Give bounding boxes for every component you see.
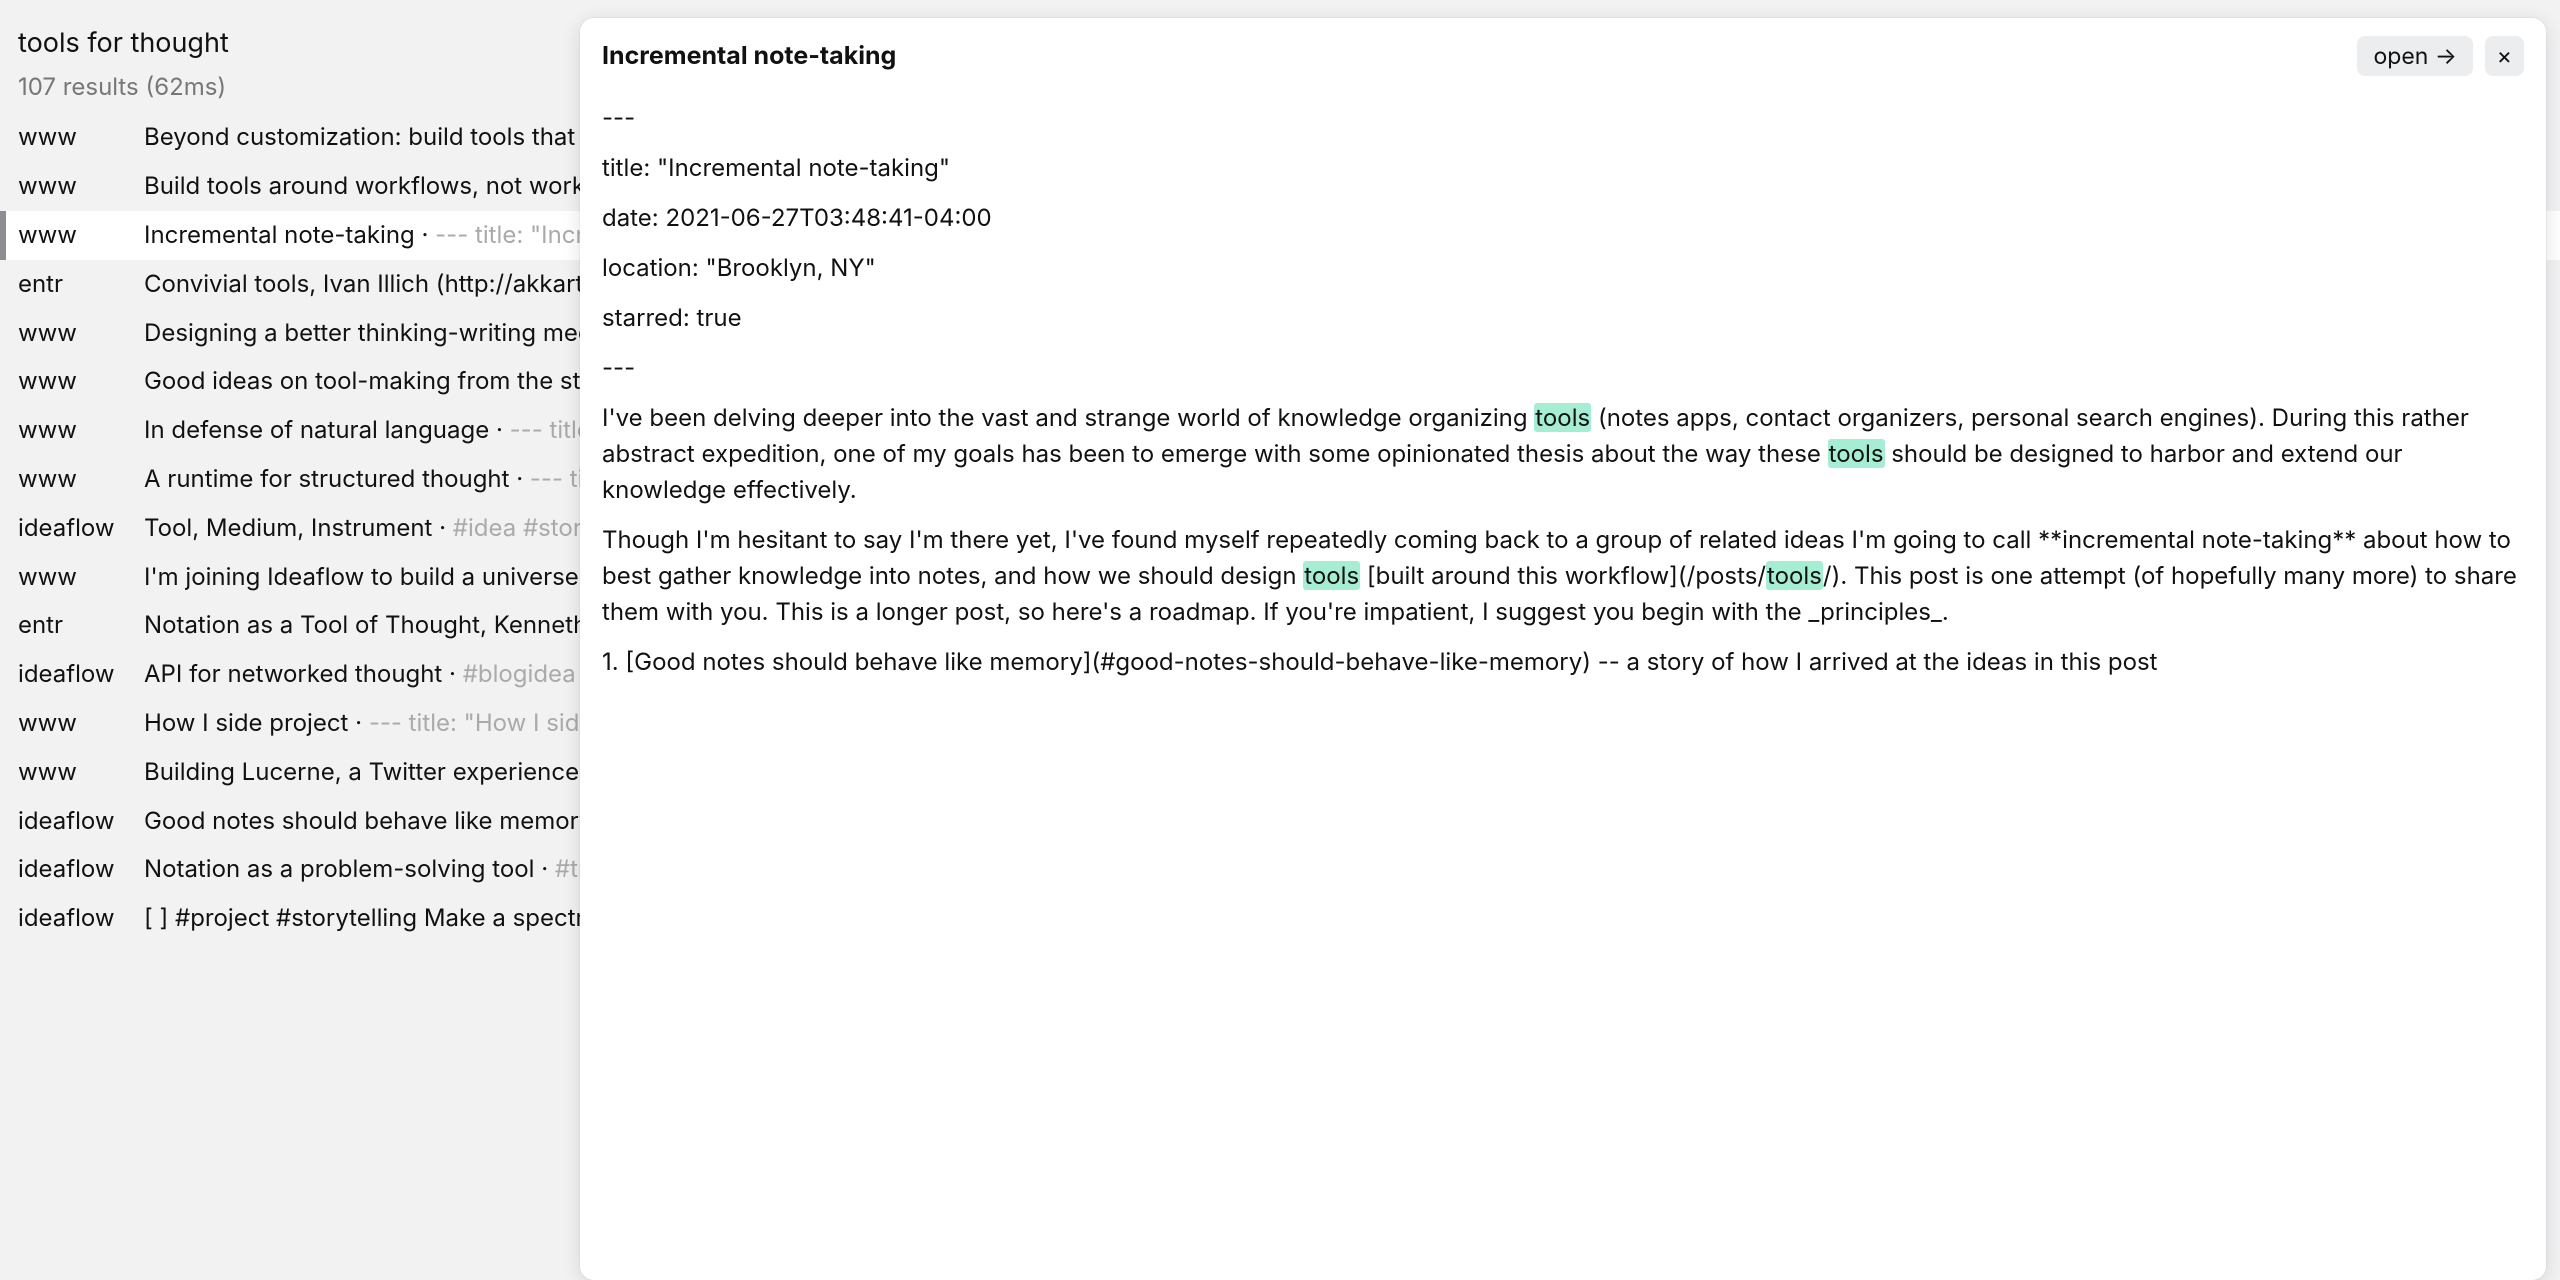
result-title: In defense of natural language [144, 415, 489, 444]
highlight: tools [1766, 561, 1823, 590]
preview-paragraph: 1. [Good notes should behave like memory… [602, 644, 2524, 680]
preview-panel: Incremental note-taking open → × --- tit… [580, 18, 2546, 1280]
frontmatter-starred: starred: true [602, 300, 2524, 336]
result-source: entr [18, 605, 144, 646]
preview-paragraph: Though I'm hesitant to say I'm there yet… [602, 522, 2524, 630]
result-source: ideaflow [18, 801, 144, 842]
result-title: A runtime for structured thought [144, 464, 509, 493]
result-source: entr [18, 264, 144, 305]
result-source: www [18, 166, 144, 207]
preview-header: Incremental note-taking open → × [580, 18, 2546, 82]
result-title: Good notes should behave like memory [144, 806, 593, 835]
preview-title: Incremental note-taking [602, 39, 2357, 74]
result-source: www [18, 557, 144, 598]
result-source: ideaflow [18, 654, 144, 695]
result-title: Tool, Medium, Instrument [144, 513, 432, 542]
result-source: www [18, 215, 144, 256]
frontmatter-date: date: 2021-06-27T03:48:41-04:00 [602, 200, 2524, 236]
preview-paragraph: I've been delving deeper into the vast a… [602, 400, 2524, 508]
frontmatter-title: title: "Incremental note-taking" [602, 150, 2524, 186]
result-source: www [18, 752, 144, 793]
result-source: www [18, 117, 144, 158]
result-title: Incremental note-taking [144, 220, 415, 249]
result-source: www [18, 361, 144, 402]
frontmatter-sep: --- [602, 350, 2524, 386]
result-source: www [18, 313, 144, 354]
result-source: ideaflow [18, 849, 144, 890]
result-title: How I side project [144, 708, 348, 737]
highlight: tools [1303, 561, 1360, 590]
open-button[interactable]: open → [2357, 36, 2472, 76]
close-button[interactable]: × [2485, 36, 2524, 76]
result-source: ideaflow [18, 898, 144, 939]
result-title: Notation as a problem-solving tool [144, 854, 534, 883]
result-source: www [18, 410, 144, 451]
result-source: www [18, 459, 144, 500]
highlight: tools [1534, 403, 1591, 432]
result-source: www [18, 703, 144, 744]
frontmatter-location: location: "Brooklyn, NY" [602, 250, 2524, 286]
preview-body: --- title: "Incremental note-taking" dat… [580, 82, 2546, 716]
result-title: API for networked thought [144, 659, 442, 688]
result-source: ideaflow [18, 508, 144, 549]
frontmatter-sep: --- [602, 100, 2524, 136]
highlight: tools [1828, 439, 1885, 468]
result-title: Designing a better thinking-writing medi… [144, 318, 634, 347]
